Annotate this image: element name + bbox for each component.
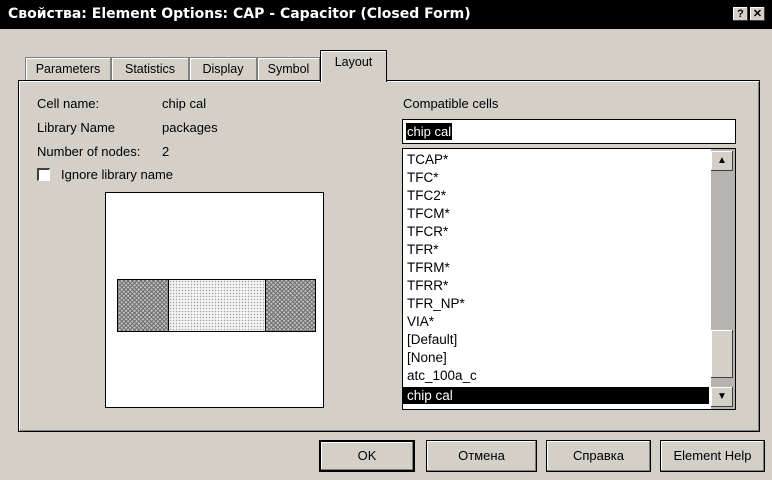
list-scrollbar[interactable]: ▲ ▼ <box>711 149 735 409</box>
cancel-button[interactable]: Отмена <box>426 440 537 472</box>
scroll-up-icon[interactable]: ▲ <box>711 151 733 171</box>
list-item[interactable]: TFC2* <box>407 187 446 204</box>
scroll-thumb[interactable] <box>711 330 733 378</box>
cell-name-label: Cell name: <box>37 96 100 111</box>
list-item-selected[interactable]: chip cal <box>403 387 709 404</box>
list-item[interactable]: atc_100a_c <box>407 367 477 384</box>
tab-display[interactable]: Display <box>189 57 257 81</box>
body-pad <box>168 279 266 332</box>
list-item[interactable]: TFCM* <box>407 205 450 222</box>
help-button[interactable]: Справка <box>546 440 651 472</box>
scroll-down-icon[interactable]: ▼ <box>711 387 733 407</box>
list-item[interactable]: VIA* <box>407 313 434 330</box>
nodes-label: Number of nodes: <box>37 144 141 159</box>
tab-layout[interactable]: Layout <box>320 50 387 82</box>
list-item[interactable]: TFR_NP* <box>407 295 465 312</box>
element-help-button[interactable]: Element Help <box>660 440 765 472</box>
layout-preview <box>105 192 324 408</box>
nodes-value: 2 <box>162 144 170 159</box>
ok-button[interactable]: OK <box>319 440 415 472</box>
ignore-library-checkbox[interactable] <box>37 168 50 181</box>
list-item[interactable]: [None] <box>407 349 447 366</box>
library-name-label: Library Name <box>37 120 116 135</box>
list-item[interactable]: [Default] <box>407 331 457 348</box>
close-icon[interactable]: ✕ <box>750 7 765 21</box>
cell-name-value: chip cal <box>162 96 207 111</box>
library-name-value: packages <box>162 120 218 135</box>
tab-symbol[interactable]: Symbol <box>257 57 320 81</box>
tab-statistics[interactable]: Statistics <box>111 57 189 81</box>
compatible-cells-input-value: chip cal <box>406 123 453 140</box>
compatible-cells-list[interactable]: TCAP* TFC* TFC2* TFCM* TFCR* TFR* TFRM* … <box>402 148 736 410</box>
list-item[interactable]: TFCR* <box>407 223 448 240</box>
compatible-cells-input[interactable]: chip cal <box>402 119 736 144</box>
title-bar[interactable]: Свойства: Element Options: CAP - Capacit… <box>0 0 772 29</box>
ignore-library-label[interactable]: Ignore library name <box>61 167 173 182</box>
list-item[interactable]: TFC* <box>407 169 439 186</box>
left-pad <box>117 279 169 332</box>
list-item[interactable]: TFR* <box>407 241 439 258</box>
help-icon[interactable]: ? <box>733 7 748 21</box>
right-pad <box>265 279 316 332</box>
list-item[interactable]: TCAP* <box>407 151 448 168</box>
list-item[interactable]: TFRR* <box>407 277 448 294</box>
window-title: Свойства: Element Options: CAP - Capacit… <box>8 6 471 22</box>
list-item[interactable]: TFRM* <box>407 259 450 276</box>
tab-parameters[interactable]: Parameters <box>25 57 111 81</box>
compatible-cells-label: Compatible cells <box>403 96 499 111</box>
